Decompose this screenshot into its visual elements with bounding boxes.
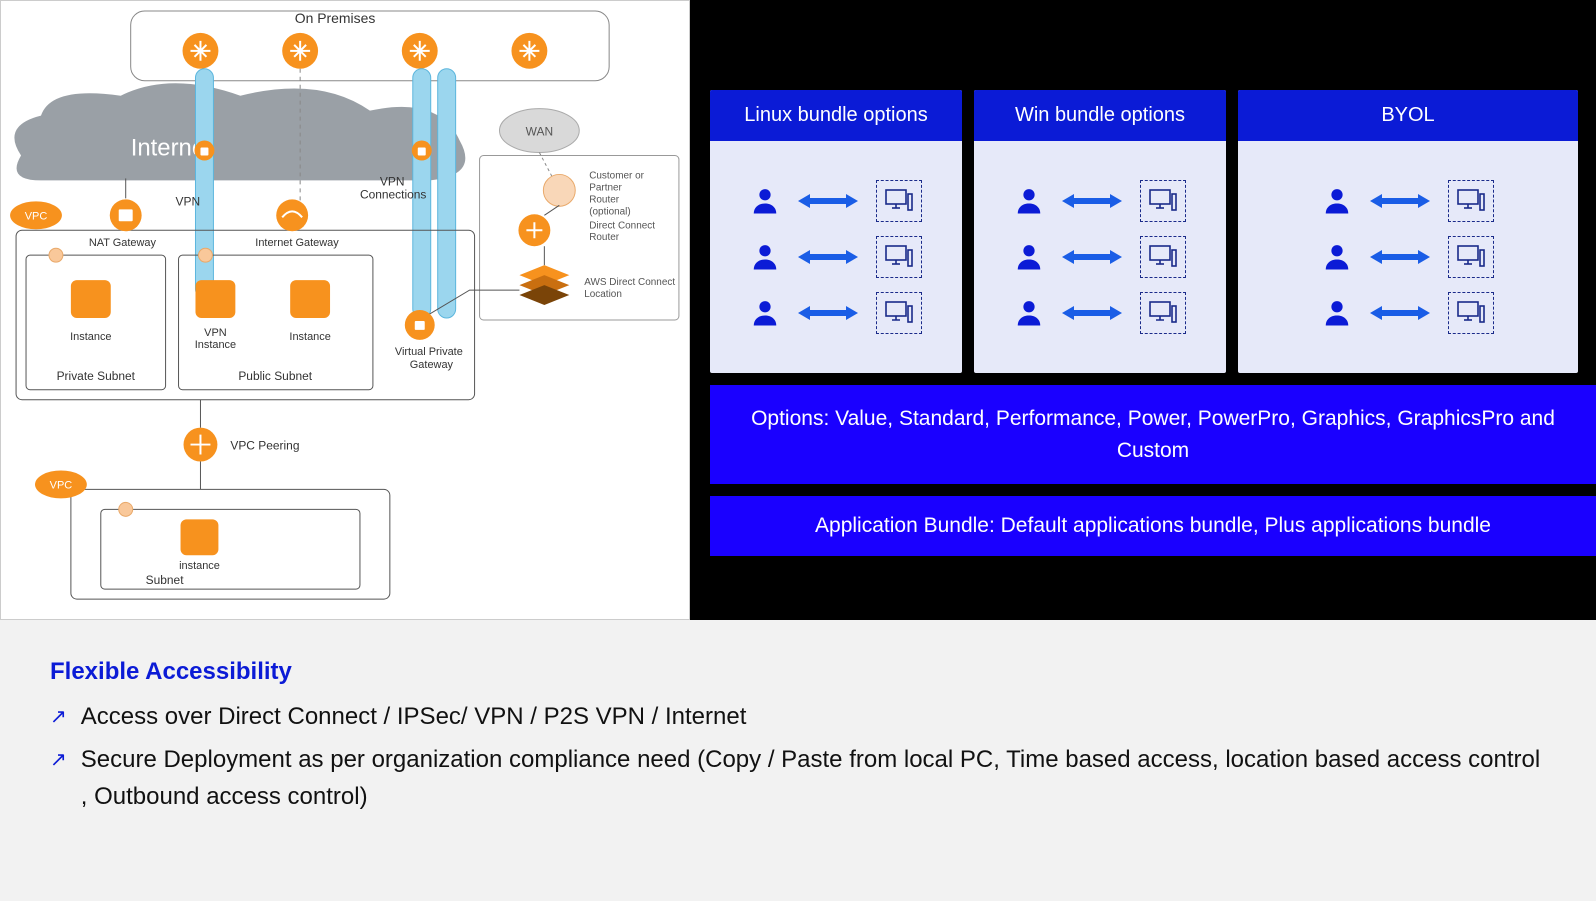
svg-text:Direct Connect: Direct Connect [589,220,655,231]
instance-icon [290,280,330,318]
double-arrow-icon [1370,304,1430,322]
bullet-text: Access over Direct Connect / IPSec/ VPN … [81,698,1546,735]
svg-text:AWS Direct Connect: AWS Direct Connect [584,277,675,288]
label-public-subnet: Public Subnet [238,369,312,383]
bundle-row-item [1248,180,1568,222]
double-arrow-icon [798,248,858,266]
person-icon [1322,186,1352,216]
bundle-row-item [1248,292,1568,334]
internet-cloud-icon [14,83,465,180]
svg-text:Location: Location [584,289,622,300]
svg-text:Gateway: Gateway [410,359,454,371]
desktop-icon [1448,236,1494,278]
bundle-row-item [984,180,1216,222]
bundle-row-item [984,236,1216,278]
label-vpc: VPC [25,210,48,222]
architecture-diagram: On Premises Internet WAN [0,0,690,620]
double-arrow-icon [1062,192,1122,210]
double-arrow-icon [1370,192,1430,210]
double-arrow-icon [798,304,858,322]
desktop-icon [1140,180,1186,222]
lock-icon [119,502,133,516]
vpc-badge-icon: VPC [10,201,62,229]
bundle-row-item [984,292,1216,334]
section-title: Flexible Accessibility [50,658,1546,686]
label-subnet: Subnet [146,573,185,587]
svg-text:VPN: VPN [380,174,405,188]
arrow-bullet-icon: ↗ [50,745,67,776]
customer-router-icon [543,174,575,206]
options-bar: Options: Value, Standard, Performance, P… [710,385,1596,484]
double-arrow-icon [1062,304,1122,322]
label-nat-gateway: NAT Gateway [89,237,157,249]
desktop-icon [876,236,922,278]
desktop-icon [1140,236,1186,278]
person-icon [750,298,780,328]
instance-icon [181,519,219,555]
lock-icon [49,248,63,262]
vpn-tube-icon [438,69,456,318]
person-icon [1322,242,1352,272]
svg-text:Router: Router [589,194,620,205]
bullet-item: ↗ Secure Deployment as per organization … [50,741,1546,815]
label-on-premises: On Premises [295,10,376,26]
svg-text:Partner: Partner [589,182,622,193]
person-icon [1014,298,1044,328]
double-arrow-icon [1370,248,1430,266]
double-arrow-icon [798,192,858,210]
bullet-text: Secure Deployment as per organization co… [81,741,1546,815]
arrow-bullet-icon: ↗ [50,702,67,733]
svg-text:VPC: VPC [50,479,73,491]
svg-text:Connections: Connections [360,187,426,201]
label-wan: WAN [526,125,553,139]
bundle-header: Win bundle options [974,90,1226,141]
person-icon [750,186,780,216]
bundle-card-linux: Linux bundle options [710,90,962,373]
desktop-icon [1140,292,1186,334]
flexible-accessibility-section: Flexible Accessibility ↗ Access over Dir… [0,620,1596,901]
bullet-item: ↗ Access over Direct Connect / IPSec/ VP… [50,698,1546,735]
bundle-card-win: Win bundle options [974,90,1226,373]
person-icon [1014,242,1044,272]
svg-text:(optional): (optional) [589,206,631,217]
instance-icon [195,280,235,318]
label-instance: Instance [70,331,111,343]
double-arrow-icon [1062,248,1122,266]
svg-text:Customer or: Customer or [589,170,644,181]
svg-text:Instance: Instance [195,339,236,351]
bundle-row-item [720,292,952,334]
app-bundle-bar: Application Bundle: Default applications… [710,496,1596,556]
bundle-card-byol: BYOL [1238,90,1578,373]
vpc-badge-icon: VPC [35,470,87,498]
bundle-row-item [720,180,952,222]
person-icon [1322,298,1352,328]
label-instance3: instance [179,560,220,572]
svg-text:Router: Router [589,232,620,243]
label-vpc-peering: VPC Peering [230,439,299,453]
desktop-icon [1448,180,1494,222]
bundle-row-item [1248,236,1568,278]
internet-gateway-icon [276,199,308,231]
desktop-icon [876,292,922,334]
bundle-header: Linux bundle options [710,90,962,141]
desktop-icon [876,180,922,222]
svg-text:Virtual Private: Virtual Private [395,346,463,358]
vpn-tube-icon [195,69,213,298]
bundle-header: BYOL [1238,90,1578,141]
bundle-panel: Linux bundle options Win bundle options … [690,0,1596,620]
label-internet-gateway: Internet Gateway [255,237,339,249]
person-icon [1014,186,1044,216]
svg-text:VPN: VPN [204,327,227,339]
desktop-icon [1448,292,1494,334]
aws-dc-location-icon [519,265,569,305]
lock-icon [198,248,212,262]
label-vpn: VPN [176,194,201,208]
label-private-subnet: Private Subnet [57,369,136,383]
instance-icon [71,280,111,318]
label-instance2: Instance [289,331,330,343]
bundle-row-item [720,236,952,278]
person-icon [750,242,780,272]
